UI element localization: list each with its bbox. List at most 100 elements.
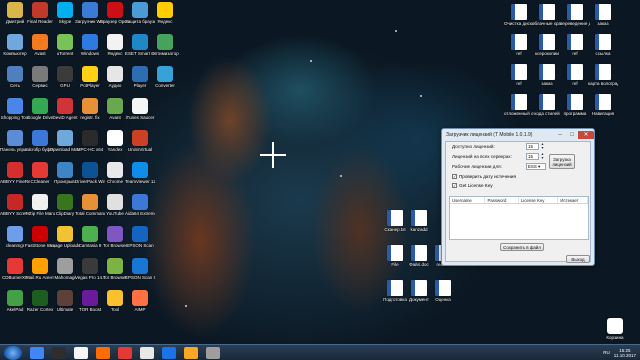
desktop-icon[interactable]: kanzadd [404, 210, 434, 232]
taskbar-app-button[interactable] [206, 346, 220, 359]
desktop-icon[interactable]: UninsVirtual [125, 130, 155, 152]
app-icon [539, 4, 555, 20]
taskbar-app-button[interactable] [52, 346, 66, 359]
desktop-icon[interactable]: EPSON Scan Settings [125, 258, 155, 280]
app-icon [57, 2, 73, 18]
desktop-icon[interactable]: кода стилей [532, 94, 562, 116]
get-license-checkbox[interactable]: ✓ Get License Key [452, 183, 493, 188]
license-table[interactable]: Username Password License Key Истекает [449, 196, 589, 240]
window-titlebar[interactable]: Загрузчик лицензий (Т Mobile 1.0.1.9) – … [442, 129, 594, 140]
start-button[interactable] [4, 345, 22, 360]
taskbar-app-button[interactable] [118, 346, 132, 359]
taskbar-app-button[interactable] [96, 346, 110, 359]
app-icon [82, 66, 98, 82]
exit-button[interactable]: Выход [566, 255, 590, 263]
app-icon [132, 130, 148, 146]
column-license-key[interactable]: License Key [519, 197, 559, 203]
desktop-icon[interactable]: программа [560, 94, 590, 116]
app-icon [82, 194, 98, 210]
app-icon [7, 2, 23, 18]
desktop-icon[interactable]: Оценка [428, 280, 458, 302]
desktop-icon[interactable]: ксерокопии [532, 34, 562, 56]
app-icon [107, 98, 123, 114]
desktop-icon[interactable]: Aida64 Extreme [125, 194, 155, 216]
desktop-icon[interactable]: отложенный ответ [504, 94, 534, 116]
app-icon [7, 290, 23, 306]
icon-label: программа [563, 111, 587, 116]
icon-label: ref [516, 51, 522, 56]
column-username[interactable]: Username [450, 197, 486, 203]
app-icon [82, 130, 98, 146]
desktop-icon[interactable]: карта волоградская [588, 64, 618, 86]
check-date-checkbox[interactable]: ✓ Проверить дату истечения [452, 174, 516, 179]
taskbar-app-button[interactable] [30, 346, 44, 359]
minimize-button[interactable]: – [554, 131, 566, 139]
checkbox-box: ✓ [452, 183, 457, 188]
window-title: Загрузчик лицензий (Т Mobile 1.0.1.9) [446, 131, 533, 138]
desktop-icon[interactable]: ref [504, 34, 534, 56]
app-icon [132, 98, 148, 114]
app-icon [107, 2, 123, 18]
checkbox-box: ✓ [452, 174, 457, 179]
language-indicator[interactable]: RU [603, 350, 610, 355]
desktop-icon[interactable]: облачные хранилища [532, 4, 562, 26]
working-licenses-select[interactable]: ESS ▾ [526, 163, 546, 170]
app-icon [132, 34, 148, 50]
app-icon [7, 162, 23, 178]
app-icon [539, 64, 555, 80]
app-icon [539, 34, 555, 50]
app-icon [32, 34, 48, 50]
per-server-spinner[interactable]: ▲ ▼ [540, 152, 545, 160]
clock[interactable]: 15:25 11.10.2017 [614, 348, 636, 358]
available-spinner[interactable]: ▲ ▼ [540, 142, 545, 150]
desktop-icon[interactable]: Яндекс [150, 2, 180, 24]
desktop-icon[interactable]: ref [560, 64, 590, 86]
app-icon [7, 194, 23, 210]
app-icon [132, 290, 148, 306]
taskbar-app-button[interactable] [184, 346, 198, 359]
desktop-icon[interactable]: Оптимизатор [150, 34, 180, 56]
desktop-icon[interactable]: ref [560, 34, 590, 56]
desktop-icon[interactable]: TeamViewer 12 x64 [125, 162, 155, 184]
app-icon [32, 2, 48, 18]
app-icon [57, 66, 73, 82]
column-expires[interactable]: Истекает [558, 197, 588, 203]
icon-label: заказ [597, 21, 609, 26]
desktop-icon[interactable]: переведение диска [560, 4, 590, 26]
taskbar-app-button[interactable] [162, 346, 176, 359]
column-password[interactable]: Password [485, 197, 519, 203]
desktop-icon[interactable]: iTunes Saucer [125, 98, 155, 120]
icon-label: UninsVirtual [127, 147, 153, 152]
taskbar-app-button[interactable] [74, 346, 88, 359]
taskbar-app-button[interactable] [140, 346, 154, 359]
icon-label: ксерокопии [535, 51, 559, 56]
desktop-icon[interactable]: заказ [532, 64, 562, 86]
app-icon [7, 34, 23, 50]
desktop-icon[interactable]: заказ [588, 4, 618, 26]
desktop-icon[interactable]: ссылка [588, 34, 618, 56]
app-icon [57, 130, 73, 146]
working-licenses-label: Рабочие лицензии для: [452, 164, 502, 169]
close-button[interactable]: ✕ [578, 130, 594, 139]
load-licenses-button[interactable]: Загрузка лицензий [549, 154, 575, 169]
table-header: Username Password License Key Истекает [450, 197, 588, 204]
icon-label: переведение диска [560, 21, 590, 26]
desktop-icon[interactable]: Очистка диска в Wi... [504, 4, 534, 26]
icon-label: TeamViewer 12 x64 [125, 179, 155, 184]
app-icon [132, 2, 148, 18]
per-server-value[interactable]: 15 [526, 153, 539, 160]
desktop-icon[interactable]: Корзина [600, 318, 630, 340]
app-icon [107, 34, 123, 50]
desktop-icon[interactable]: ref [504, 64, 534, 86]
app-icon [32, 258, 48, 274]
maximize-button[interactable]: □ [566, 131, 578, 139]
app-icon [7, 66, 23, 82]
icon-label: EPSON Scan Settings [125, 275, 155, 280]
desktop-icon[interactable]: Навигация [588, 94, 618, 116]
desktop-icon[interactable]: EPSON Scan [125, 226, 155, 248]
available-licenses-value[interactable]: 15 [526, 143, 539, 150]
desktop-icon[interactable]: Converter [150, 66, 180, 88]
desktop-icon[interactable]: AIMP [125, 290, 155, 312]
save-to-file-button[interactable]: Сохранить в файл [500, 243, 544, 251]
app-icon [57, 194, 73, 210]
